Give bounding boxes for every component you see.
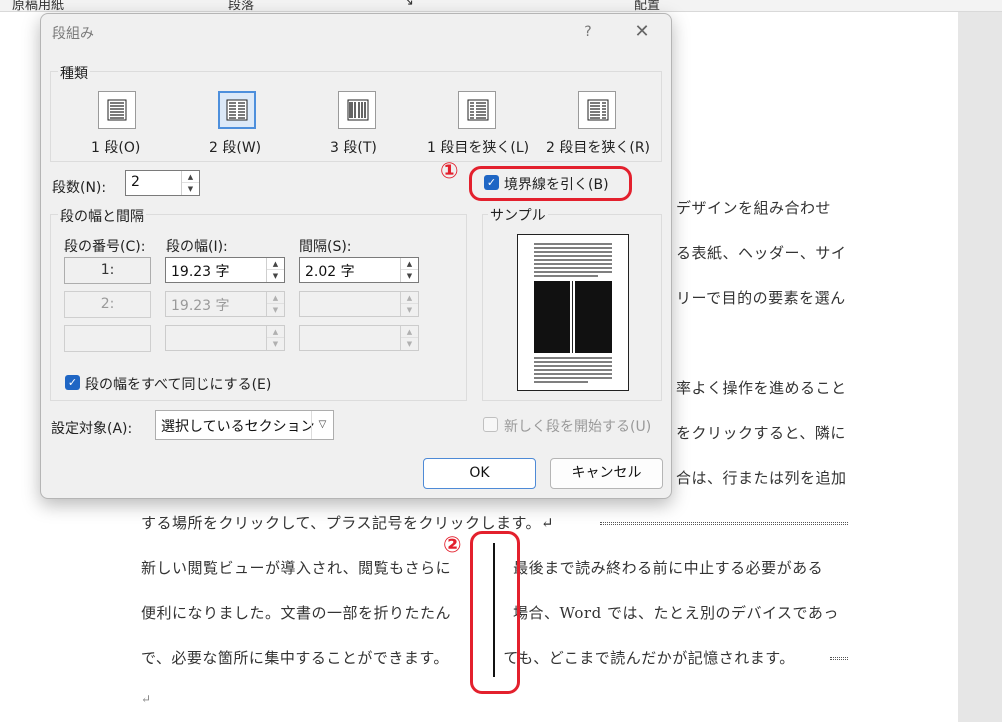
two-columns-icon xyxy=(226,99,248,121)
spin-down-icon[interactable]: ▼ xyxy=(267,304,284,316)
spin-buttons: ▲ ▼ xyxy=(400,326,418,350)
spin-up-icon[interactable]: ▲ xyxy=(267,326,284,338)
column-1-spacing-value[interactable]: 2.02 字 xyxy=(305,261,355,281)
spin-buttons: ▲ ▼ xyxy=(266,258,284,282)
num-columns-value[interactable]: 2 xyxy=(131,174,140,190)
three-columns-icon xyxy=(347,99,369,121)
preset-left-narrow-button[interactable] xyxy=(458,91,496,129)
presets-group-title: 種類 xyxy=(58,63,90,83)
annotation-highlight-2 xyxy=(470,531,520,694)
spin-buttons: ▲ ▼ xyxy=(266,292,284,316)
sample-group-title: サンプル xyxy=(488,205,548,225)
doc-line: リーで目的の要素を選ん xyxy=(676,289,846,307)
ok-button[interactable]: OK xyxy=(423,458,536,489)
paragraph-mark: ↵ xyxy=(141,692,152,706)
doc-line: デザインを組み合わせ xyxy=(676,199,832,217)
spin-down-icon[interactable]: ▼ xyxy=(267,270,284,282)
apply-to-value[interactable]: 選択しているセクション xyxy=(161,416,315,436)
preset-two-columns-label[interactable]: 2 段(W) xyxy=(209,137,261,157)
chevron-down-icon[interactable]: ▽ xyxy=(311,411,333,439)
annotation-number-2: ② xyxy=(443,533,462,558)
section-break-marker xyxy=(830,657,848,660)
spin-up-icon[interactable]: ▲ xyxy=(267,258,284,270)
paragraph-launcher-icon[interactable]: ↘ xyxy=(403,0,414,9)
equal-width-label[interactable]: 段の幅をすべて同じにする(E) xyxy=(85,374,271,394)
column-1-width-value[interactable]: 19.23 字 xyxy=(171,261,230,281)
num-columns-label: 段数(N): xyxy=(52,180,107,196)
cancel-button[interactable]: キャンセル xyxy=(550,458,663,489)
ribbon-strip: 原稿用紙 段落 ↘ 配置 xyxy=(0,0,1002,12)
preset-three-columns-label[interactable]: 3 段(T) xyxy=(330,137,377,157)
ribbon-arrange-label[interactable]: 配置 xyxy=(634,0,660,11)
left-narrow-icon xyxy=(467,99,489,121)
close-icon[interactable]: ✕ xyxy=(629,20,655,44)
spin-buttons: ▲ ▼ xyxy=(266,326,284,350)
column-width-header: 段の幅(I): xyxy=(166,239,228,255)
column-2-width-spinner[interactable]: 19.23 字 ▲ ▼ xyxy=(165,291,285,317)
column-number-header: 段の番号(C): xyxy=(64,239,146,255)
apply-to-label: 設定対象(A): xyxy=(51,421,133,437)
column-number-2: 2: xyxy=(64,291,151,318)
doc-line: で、必要な箇所に集中することができます。 ても、どこまで読んだかが記憶されます。 xyxy=(141,649,795,667)
doc-line: する場所をクリックして、プラス記号をクリックします。↵ xyxy=(141,514,555,532)
column-spacing-header: 間隔(S): xyxy=(299,239,352,255)
sample-preview xyxy=(517,234,629,391)
spin-up-icon[interactable]: ▲ xyxy=(267,292,284,304)
spin-up-icon[interactable]: ▲ xyxy=(182,171,199,183)
column-3-width-spinner[interactable]: ▲ ▼ xyxy=(165,325,285,351)
column-2-width-value[interactable]: 19.23 字 xyxy=(171,295,230,315)
width-spacing-group-title: 段の幅と間隔 xyxy=(58,206,146,226)
column-1-spacing-spinner[interactable]: 2.02 字 ▲ ▼ xyxy=(299,257,419,283)
spin-down-icon[interactable]: ▼ xyxy=(182,183,199,195)
spin-down-icon[interactable]: ▼ xyxy=(401,270,418,282)
section-break-marker xyxy=(600,522,848,525)
preset-one-column-button[interactable] xyxy=(98,91,136,129)
one-column-icon xyxy=(107,99,127,121)
spin-down-icon[interactable]: ▼ xyxy=(267,338,284,350)
column-2-spacing-spinner[interactable]: ▲ ▼ xyxy=(299,291,419,317)
spin-down-icon[interactable]: ▼ xyxy=(401,338,418,350)
column-3-spacing-spinner[interactable]: ▲ ▼ xyxy=(299,325,419,351)
help-icon[interactable]: ? xyxy=(577,20,599,44)
annotation-highlight-1 xyxy=(469,166,632,201)
column-number-3 xyxy=(64,325,151,352)
columns-dialog: 段組み ? ✕ 種類 1 段(O) 2 段(W) 3 段(T) 1 段目を狭く(… xyxy=(40,13,672,499)
spin-buttons: ▲ ▼ xyxy=(400,258,418,282)
dialog-title: 段組み xyxy=(52,26,94,42)
spin-up-icon[interactable]: ▲ xyxy=(401,258,418,270)
annotation-number-1: ① xyxy=(440,159,459,184)
preset-two-columns-button[interactable] xyxy=(218,91,256,129)
preset-left-narrow-label[interactable]: 1 段目を狭く(L) xyxy=(427,137,529,157)
preset-right-narrow-label[interactable]: 2 段目を狭く(R) xyxy=(546,137,650,157)
preset-right-narrow-button[interactable] xyxy=(578,91,616,129)
num-columns-spinner[interactable]: 2 ▲ ▼ xyxy=(125,170,200,196)
apply-to-select[interactable]: 選択しているセクション ▽ xyxy=(155,410,334,440)
right-narrow-icon xyxy=(587,99,609,121)
ribbon-paragraph-label[interactable]: 段落 xyxy=(228,0,254,11)
doc-line: 合は、行または列を追加 xyxy=(676,469,847,487)
doc-line: をクリックすると、隣に xyxy=(676,424,846,442)
column-1-width-spinner[interactable]: 19.23 字 ▲ ▼ xyxy=(165,257,285,283)
doc-line: る表紙、ヘッダー、サイ xyxy=(676,244,847,262)
equal-width-checkbox[interactable]: ✓ xyxy=(65,375,80,390)
doc-line: 率よく操作を進めること xyxy=(676,379,847,397)
preset-one-column-label[interactable]: 1 段(O) xyxy=(91,137,140,157)
spin-buttons: ▲ ▼ xyxy=(400,292,418,316)
preset-three-columns-button[interactable] xyxy=(338,91,376,129)
start-new-column-label[interactable]: 新しく段を開始する(U) xyxy=(504,416,651,436)
column-number-1: 1: xyxy=(64,257,151,284)
ribbon-genko-label[interactable]: 原稿用紙 xyxy=(12,0,64,11)
page-margin-area xyxy=(958,12,1002,722)
spin-up-icon[interactable]: ▲ xyxy=(401,292,418,304)
spin-up-icon[interactable]: ▲ xyxy=(401,326,418,338)
spin-down-icon[interactable]: ▼ xyxy=(401,304,418,316)
start-new-column-checkbox[interactable] xyxy=(483,417,498,432)
num-columns-spin-buttons: ▲ ▼ xyxy=(181,171,199,195)
sample-preview-drawing xyxy=(534,243,612,383)
